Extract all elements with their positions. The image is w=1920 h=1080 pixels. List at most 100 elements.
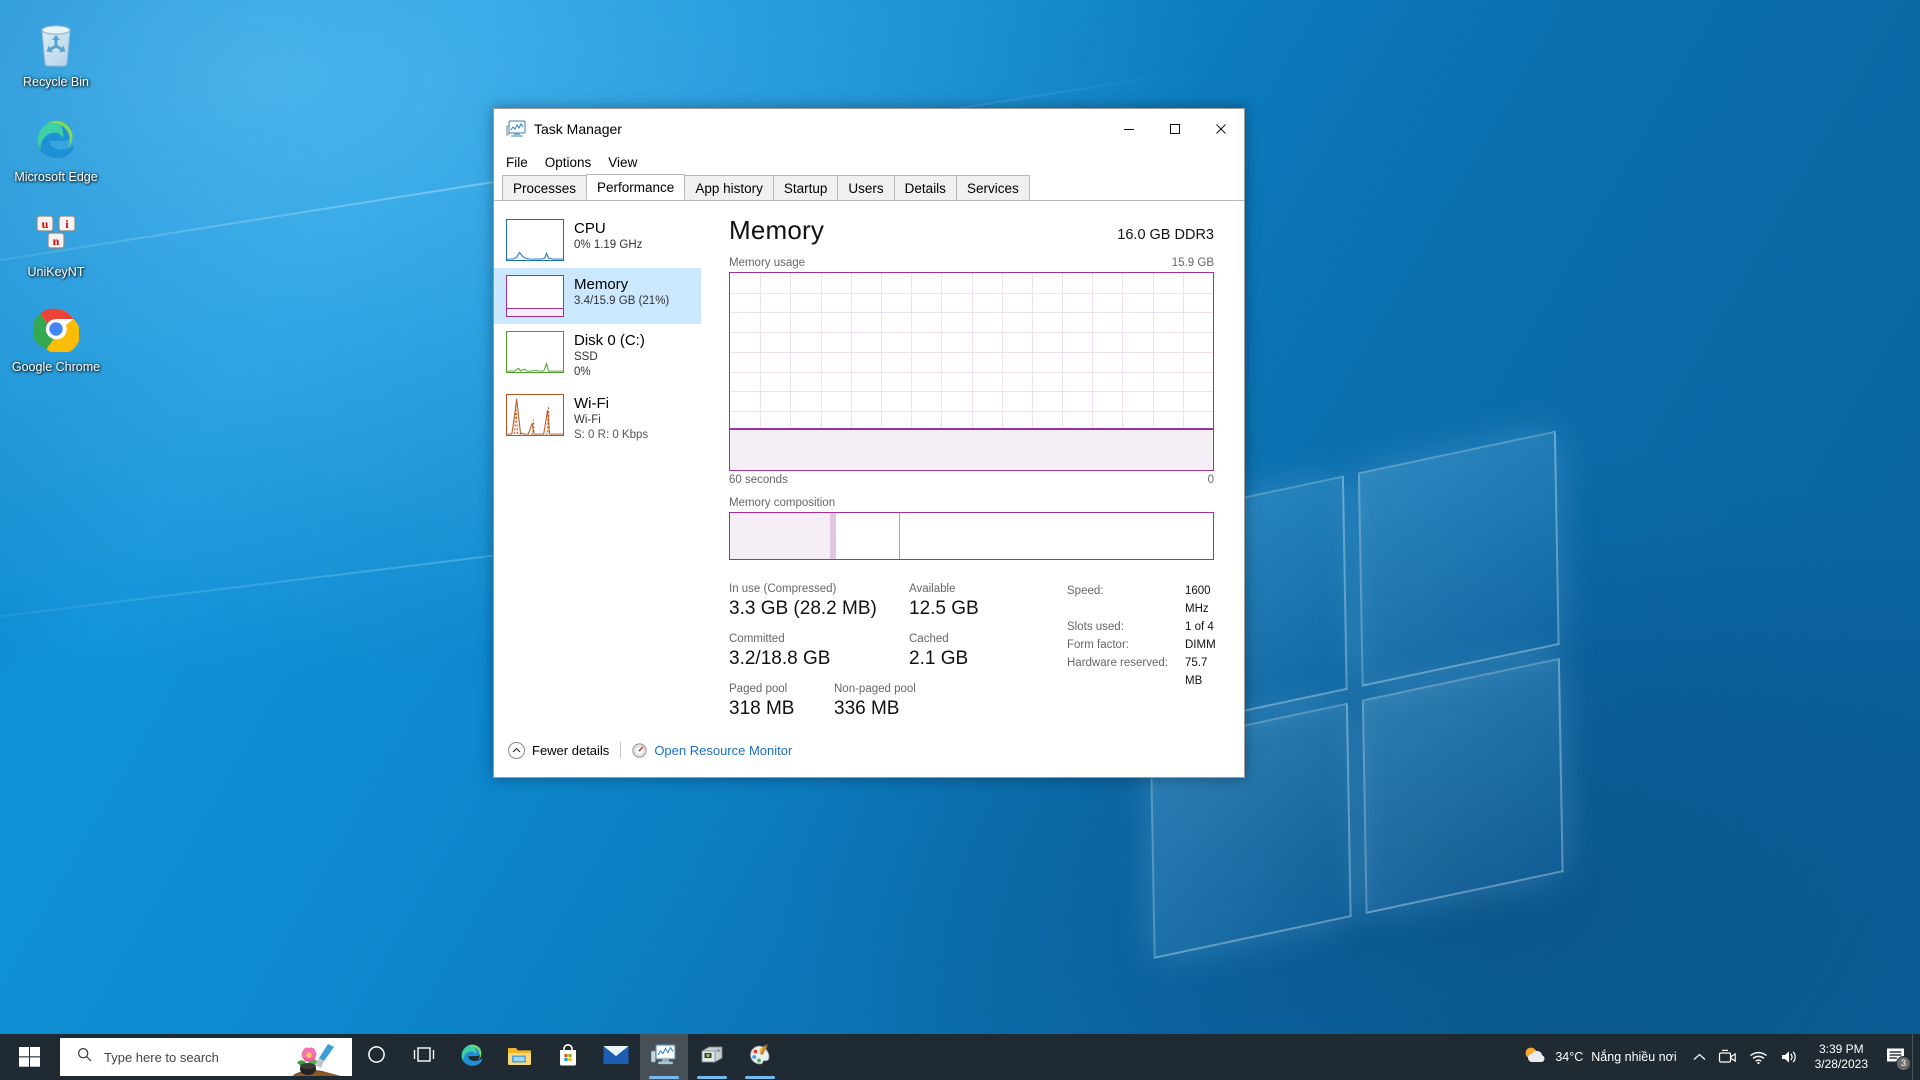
memory-thumbnail-graph bbox=[506, 275, 564, 317]
file-explorer-button[interactable] bbox=[496, 1034, 544, 1080]
device-tool-button[interactable] bbox=[688, 1034, 736, 1080]
tab-details[interactable]: Details bbox=[893, 175, 957, 200]
clock-button[interactable]: 3:39 PM 3/28/2023 bbox=[1805, 1042, 1878, 1072]
search-input[interactable]: Type here to search bbox=[60, 1038, 352, 1076]
start-button[interactable] bbox=[0, 1034, 60, 1080]
sidebar-item-wifi[interactable]: Wi-Fi Wi-Fi S: 0 R: 0 Kbps bbox=[494, 387, 701, 450]
desktop-icon-recycle-bin[interactable]: Recycle Bin bbox=[0, 10, 112, 95]
stat-value: 336 MB bbox=[834, 698, 900, 719]
window-titlebar[interactable]: Task Manager bbox=[494, 109, 1244, 149]
maximize-button[interactable] bbox=[1152, 109, 1198, 149]
task-view-button[interactable] bbox=[400, 1034, 448, 1080]
desktop-icon-microsoft-edge[interactable]: Microsoft Edge bbox=[0, 105, 112, 190]
stat-group: Paged pool 318 MB Non-paged pool 336 MB bbox=[729, 682, 1059, 721]
stat-value: 2.1 GB bbox=[909, 648, 969, 669]
task-manager-button[interactable] bbox=[640, 1034, 688, 1080]
stat-label: In use (Compressed) bbox=[729, 583, 837, 595]
menu-item-view[interactable]: View bbox=[608, 155, 637, 170]
stat-value: 12.5 GB bbox=[909, 598, 979, 619]
paint-icon bbox=[748, 1043, 772, 1071]
show-desktop-button[interactable] bbox=[1912, 1034, 1920, 1080]
detail-row-form-factor: Form factor: DIMM bbox=[1067, 636, 1216, 654]
memory-usage-max: 15.9 GB bbox=[1171, 257, 1214, 269]
detail-label: Slots used: bbox=[1067, 621, 1124, 633]
show-hidden-icons-button[interactable] bbox=[1687, 1034, 1712, 1080]
stat-value: 3.3 GB (28.2 MB) bbox=[729, 598, 877, 619]
edge-taskbar-button[interactable] bbox=[448, 1034, 496, 1080]
clock-date: 3/28/2023 bbox=[1814, 1057, 1868, 1071]
desktop-icon-google-chrome[interactable]: Google Chrome bbox=[0, 295, 112, 380]
memory-composition-bar[interactable] bbox=[729, 512, 1214, 560]
window-title: Task Manager bbox=[534, 121, 622, 137]
composition-segment-free bbox=[899, 513, 1213, 559]
device-manager-icon bbox=[700, 1044, 724, 1071]
stat-in-use: In use (Compressed) 3.3 GB (28.2 MB) bbox=[729, 582, 909, 621]
sidebar-item-title: CPU bbox=[574, 220, 606, 237]
wifi-icon[interactable] bbox=[1743, 1034, 1774, 1080]
desktop-icon-unikeynt[interactable]: u i n UniKeyNT bbox=[0, 200, 112, 285]
stat-non-paged-pool: Non-paged pool 336 MB bbox=[834, 682, 916, 721]
desktop-icon-list: Recycle Bin Microsoft Edge u i n UniKeyN… bbox=[0, 10, 120, 390]
stat-available: Available 12.5 GB bbox=[909, 582, 979, 621]
mail-icon bbox=[603, 1045, 629, 1070]
memory-usage-line-segment bbox=[730, 428, 846, 431]
system-tray: 34°C Nắng nhiều nơi 3:39 PM 3/28/2023 3 bbox=[1509, 1034, 1920, 1080]
taskbar: Type here to search 34°C Nắng nhiều nơi … bbox=[0, 1034, 1920, 1080]
chevron-up-icon bbox=[508, 741, 525, 759]
task-view-icon bbox=[413, 1045, 435, 1069]
axis-label-left: 60 seconds bbox=[729, 474, 788, 486]
stat-group: In use (Compressed) 3.3 GB (28.2 MB) Ava… bbox=[729, 582, 1059, 621]
stat-label: Committed bbox=[729, 633, 785, 645]
weather-widget[interactable]: 34°C Nắng nhiều nơi bbox=[1509, 1045, 1686, 1070]
sidebar-item-title: Memory bbox=[574, 276, 629, 293]
tab-processes[interactable]: Processes bbox=[502, 175, 588, 200]
open-resource-monitor-link[interactable]: Open Resource Monitor bbox=[654, 743, 792, 758]
sidebar-item-line1: Wi-Fi bbox=[574, 414, 601, 426]
cortana-button[interactable] bbox=[352, 1034, 400, 1080]
mail-button[interactable] bbox=[592, 1034, 640, 1080]
tab-performance[interactable]: Performance bbox=[586, 174, 686, 200]
composition-segment-standby bbox=[835, 513, 900, 559]
memory-detail-panel: Memory 16.0 GB DDR3 Memory usage 15.9 GB bbox=[701, 201, 1244, 723]
microsoft-store-icon bbox=[556, 1043, 580, 1072]
memory-composition-caption-row: Memory composition bbox=[729, 497, 1214, 509]
window-controls bbox=[1106, 109, 1244, 149]
tab-services[interactable]: Services bbox=[955, 175, 1030, 200]
stat-label: Cached bbox=[909, 633, 949, 645]
sidebar-item-line1: 3.4/15.9 GB (21%) bbox=[574, 295, 670, 307]
menu-item-options[interactable]: Options bbox=[545, 155, 592, 170]
microsoft-store-button[interactable] bbox=[544, 1034, 592, 1080]
svg-text:u: u bbox=[42, 217, 49, 231]
search-placeholder: Type here to search bbox=[104, 1049, 219, 1065]
camera-icon[interactable] bbox=[1712, 1034, 1743, 1080]
detail-label: Form factor: bbox=[1067, 639, 1129, 651]
tab-startup[interactable]: Startup bbox=[772, 175, 839, 200]
detail-row-slots-used: Slots used: 1 of 4 bbox=[1067, 618, 1216, 636]
detail-value: 1 of 4 bbox=[1185, 621, 1214, 633]
memory-usage-caption-row: Memory usage 15.9 GB bbox=[729, 257, 1214, 269]
fewer-details-button[interactable]: Fewer details bbox=[508, 741, 610, 759]
axis-label-right: 0 bbox=[1207, 474, 1214, 486]
tab-users[interactable]: Users bbox=[837, 175, 895, 200]
sidebar-item-memory[interactable]: Memory 3.4/15.9 GB (21%) bbox=[494, 268, 701, 324]
recycle-bin-icon bbox=[4, 18, 108, 70]
tab-app-history[interactable]: App history bbox=[684, 175, 774, 200]
detail-row-speed: Speed: 1600 MHz bbox=[1067, 582, 1216, 618]
unikey-icon: u i n bbox=[4, 208, 108, 260]
volume-icon[interactable] bbox=[1774, 1034, 1805, 1080]
paint-button[interactable] bbox=[736, 1034, 784, 1080]
resource-monitor-icon bbox=[632, 742, 647, 758]
fewer-details-label: Fewer details bbox=[532, 742, 610, 758]
menu-item-file[interactable]: File bbox=[506, 155, 528, 170]
composition-segment-in-use bbox=[730, 513, 831, 559]
sidebar-item-cpu[interactable]: CPU 0% 1.19 GHz bbox=[494, 212, 701, 268]
memory-hardware-details: Speed: 1600 MHz Slots used: 1 of 4 Form … bbox=[1059, 582, 1216, 732]
notification-badge: 3 bbox=[1896, 1056, 1911, 1071]
minimize-button[interactable] bbox=[1106, 109, 1152, 149]
close-button[interactable] bbox=[1198, 109, 1244, 149]
memory-stats-left: In use (Compressed) 3.3 GB (28.2 MB) Ava… bbox=[729, 582, 1059, 732]
stat-label: Non-paged pool bbox=[834, 683, 916, 695]
notification-center-button[interactable]: 3 bbox=[1878, 1034, 1912, 1080]
sidebar-item-disk-0[interactable]: Disk 0 (C:) SSD 0% bbox=[494, 324, 701, 387]
detail-value: 75.7 MB bbox=[1185, 657, 1208, 687]
